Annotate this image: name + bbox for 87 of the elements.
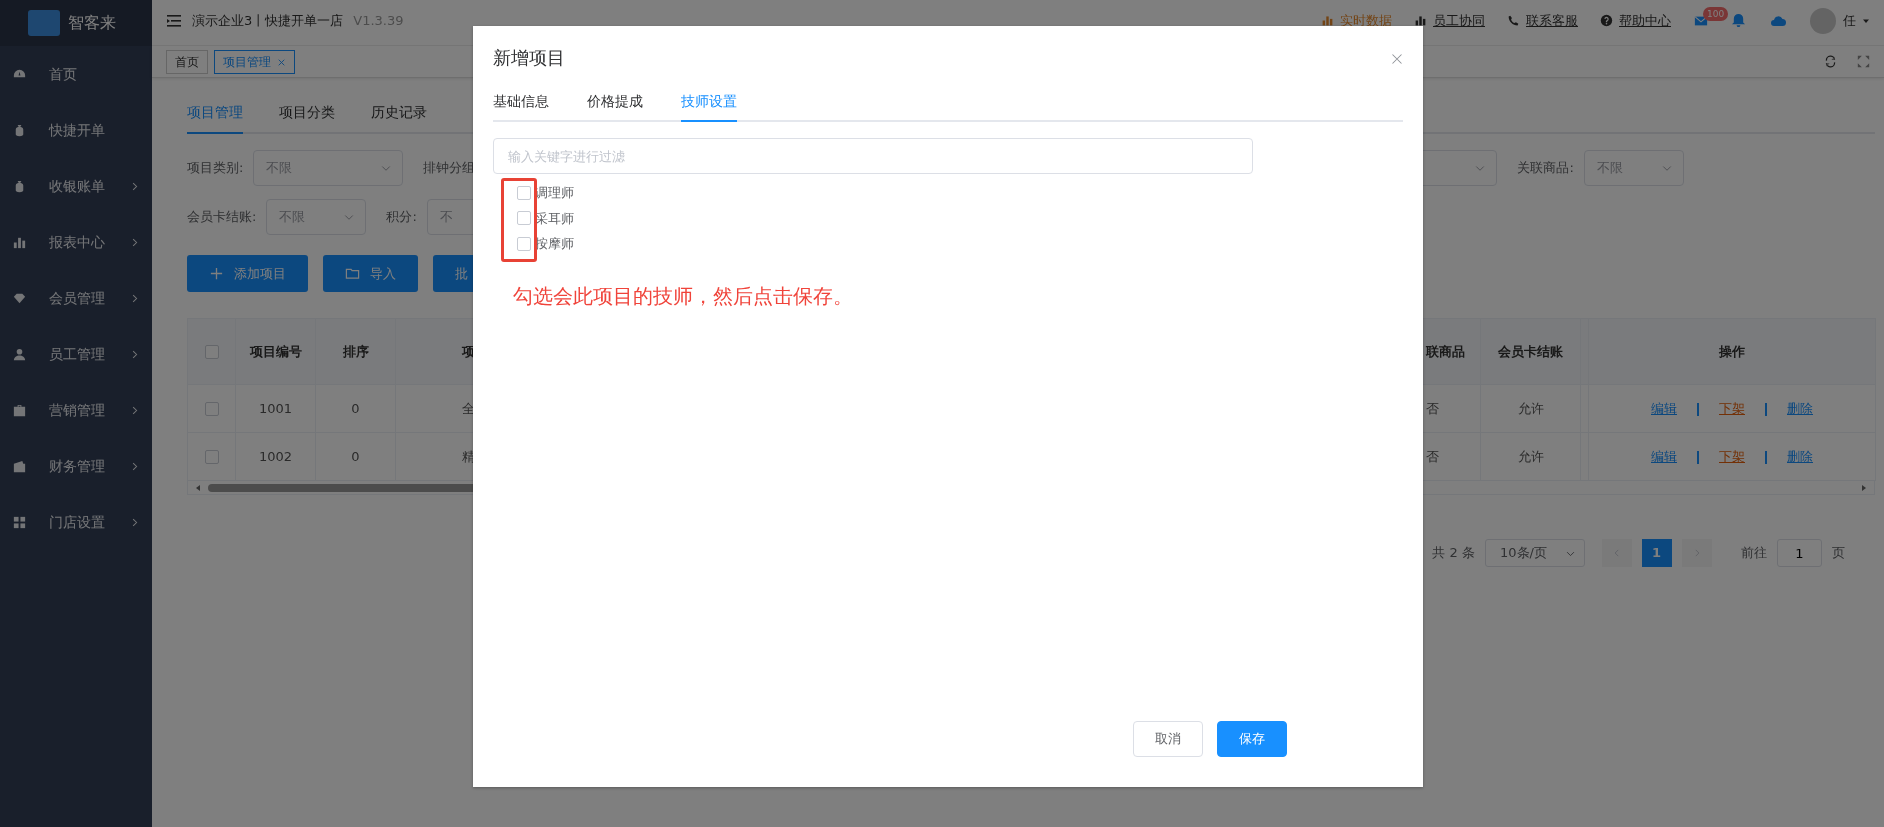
content-tab[interactable]: 项目管理 [187,96,243,134]
sidebar-item[interactable]: 员工管理 [0,326,152,382]
sidebar-item[interactable]: 会员管理 [0,270,152,326]
plus-icon [209,266,224,281]
bar-chart-icon [1414,14,1427,27]
briefcase-icon [12,402,27,418]
folder-icon [345,266,360,281]
row-action-link[interactable]: 删除 [1787,448,1813,464]
fullscreen-icon[interactable] [1857,55,1870,68]
checkbox[interactable] [517,185,531,200]
filter-label: 项目类别: [187,159,244,178]
sidebar-item[interactable]: 报表中心 [0,214,152,270]
dialog-tab[interactable]: 基础信息 [493,91,549,122]
page-input[interactable]: 1 [1777,539,1822,567]
column-header: 项目编号 [235,318,316,385]
dialog-title: 新增项目 [493,46,565,70]
scroll-right-icon [1860,482,1868,493]
sidebar-item[interactable]: 快捷开单 [0,102,152,158]
filter-label: 会员卡结账: [187,208,257,227]
bell-icon[interactable] [1731,13,1746,28]
row-action-link[interactable]: 下架 [1719,400,1745,416]
row-action-link[interactable]: 删除 [1787,400,1813,416]
content-tab[interactable]: 历史记录 [371,96,427,134]
filter-label: 关联商品: [1517,159,1574,178]
checkbox[interactable] [204,402,219,417]
page-tab[interactable]: 项目管理 [214,49,295,74]
dialog-tab[interactable]: 价格提成 [587,91,643,122]
previous-page-button[interactable] [1601,539,1632,567]
header-link[interactable]: 联系客服 [1507,10,1578,31]
sidebar-item[interactable]: 财务管理 [0,438,152,494]
action-button[interactable]: 添加项目 [187,255,308,292]
menu-icon[interactable] [166,12,182,29]
row-action-link[interactable]: 编辑 [1651,400,1677,416]
column-header: 会员卡结账 [1480,318,1581,385]
cancel-button[interactable]: 取消 [1133,721,1203,757]
close-icon [277,57,286,67]
refresh-icon[interactable] [1824,55,1837,68]
next-page-button[interactable] [1681,539,1712,567]
checkbox[interactable] [204,345,219,360]
checkbox[interactable] [517,211,531,226]
filter-input[interactable]: 输入关键字进行过滤 [493,138,1253,174]
close-icon [1391,52,1403,65]
save-button[interactable]: 保存 [1217,721,1287,757]
row-action-link[interactable]: 下架 [1719,448,1745,464]
wallet-icon [12,458,27,474]
checkbox[interactable] [204,450,219,465]
table-cell: 1001 [235,384,316,433]
phone-icon [1507,14,1520,27]
header-link[interactable]: 帮助中心 [1600,10,1671,31]
user-name: 任 [1842,11,1856,30]
avatar-circle [1810,7,1836,34]
action-button[interactable]: 导入 [323,255,418,292]
page-number[interactable]: 1 [1641,539,1672,567]
sidebar-item[interactable]: 门店设置 [0,494,152,550]
column-header: 操作 [1588,318,1876,385]
header-link[interactable]: 员工协同 [1414,10,1485,31]
table-cell: 1002 [235,432,316,481]
grid-icon [12,514,27,530]
technician-label: 按摩师 [535,235,574,253]
scroll-left-icon [194,482,202,493]
table-cell: 0 [315,432,396,481]
total-count: 共 2 条 [1432,544,1475,563]
row-action-link[interactable]: 编辑 [1651,448,1677,464]
sidebar-item[interactable]: 收银账单 [0,158,152,214]
person-icon [12,346,27,362]
column-header: 排序 [315,318,396,385]
help-icon [1600,14,1613,27]
page-size-select[interactable]: 10条/页 [1485,539,1585,567]
content-tab[interactable]: 项目分类 [279,96,335,134]
page-suffix: 页 [1832,544,1845,563]
logo-text: 智客来 [68,12,116,34]
page-tab[interactable]: 首页 [166,49,208,74]
notification-count: 100 [1703,6,1729,21]
header-link[interactable]: 实时数据 [1321,10,1392,31]
logo-icon [28,10,60,36]
sidebar-item[interactable]: 首页 [0,46,152,102]
filter-label: 积分: [386,208,417,227]
dialog-tab[interactable]: 技师设置 [681,91,737,122]
sidebar-item[interactable]: 营销管理 [0,382,152,438]
bar-chart-icon [1321,14,1334,27]
filter-label: 排钟分组 [423,159,476,178]
goto-label: 前往 [1741,544,1767,563]
table-cell: 0 [315,384,396,433]
annotation-text: 勾选会此项目的技师，然后点击保存。 [513,282,854,310]
table-cell: 允许 [1480,384,1581,433]
checkbox[interactable] [517,236,531,251]
table-cell: 允许 [1480,432,1581,481]
